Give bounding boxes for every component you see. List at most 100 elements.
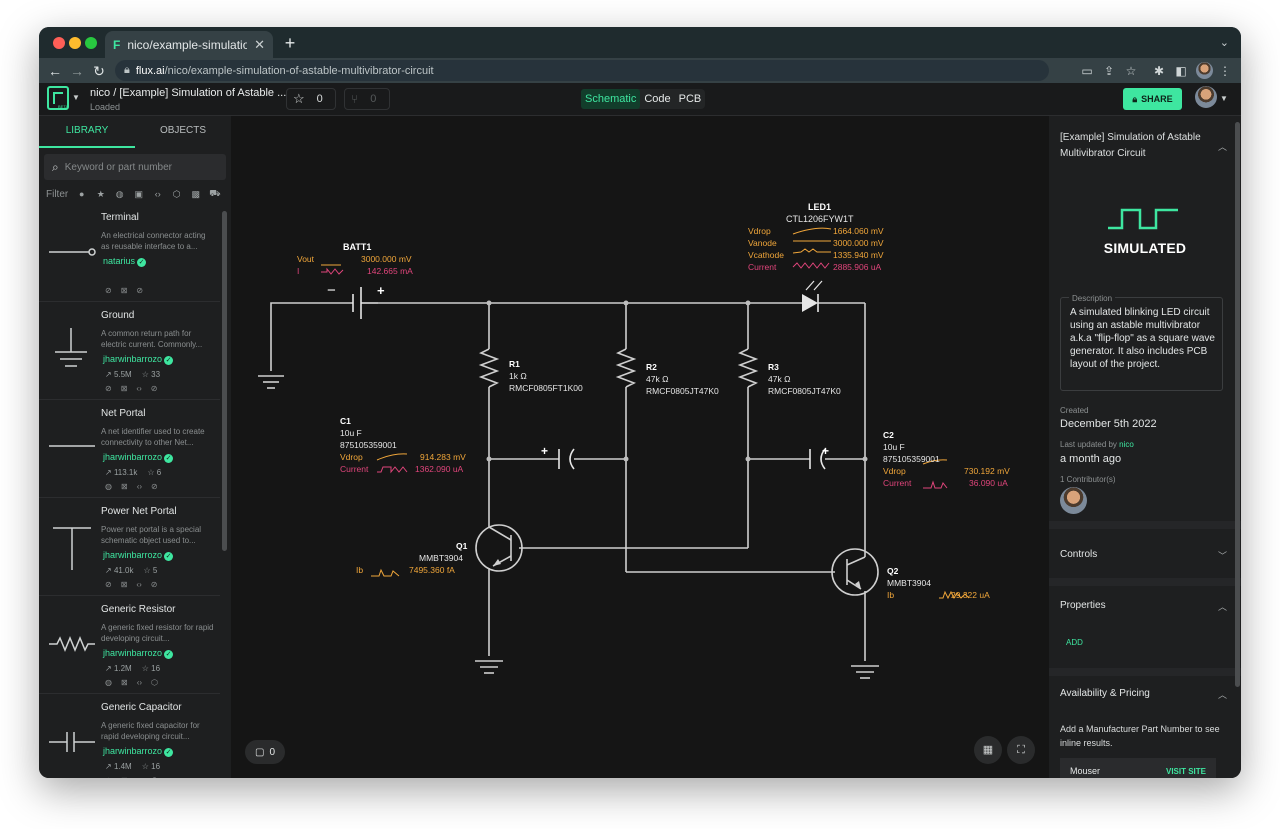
- browser-profile-avatar[interactable]: [1196, 62, 1213, 79]
- led-current-label: Current: [748, 262, 777, 272]
- verified-icon: ✓: [164, 552, 174, 561]
- filter-cube-icon[interactable]: ⬡: [171, 189, 182, 200]
- bookmark-star-icon[interactable]: ☆: [1121, 61, 1141, 81]
- item-author[interactable]: jharwinbarrozo ✓: [103, 452, 174, 463]
- resistor-symbol-icon: [49, 636, 95, 652]
- batt-vout-value: 3000.000 mV: [361, 254, 412, 264]
- library-item-ground[interactable]: Ground A common return path for electric…: [39, 302, 220, 400]
- fork-icon: ⑂: [351, 92, 359, 106]
- fullscreen-button[interactable]: ⛶: [1007, 736, 1035, 764]
- expand-chevron-icon[interactable]: ﹀: [1218, 549, 1227, 562]
- code-icon: ‹›: [136, 482, 143, 491]
- controls-section[interactable]: Controls ﹀: [1049, 521, 1241, 579]
- user-avatar[interactable]: [1195, 86, 1217, 108]
- no-sim-icon: ⊘: [105, 286, 112, 295]
- minimize-window-button[interactable]: [69, 37, 81, 49]
- browser-tab[interactable]: F nico/example-simulation-of-as ✕: [105, 31, 273, 58]
- contributor-avatar[interactable]: [1060, 487, 1087, 514]
- tab-pcb[interactable]: PCB: [675, 89, 706, 109]
- sidebar-scrollbar[interactable]: [222, 211, 227, 551]
- back-button[interactable]: ←: [45, 61, 65, 81]
- tab-schematic[interactable]: Schematic: [581, 89, 641, 109]
- visit-site-button[interactable]: VISIT SITE: [1166, 767, 1206, 776]
- tab-code[interactable]: Code: [640, 89, 674, 109]
- availability-section[interactable]: Availability & Pricing ︿ Add a Manufactu…: [1049, 668, 1241, 778]
- close-tab-icon[interactable]: ✕: [254, 37, 265, 53]
- description-box[interactable]: Description A simulated blinking LED cir…: [1060, 292, 1223, 391]
- r3-part: RMCF0805JT47K0: [768, 386, 841, 396]
- user-menu-chevron-icon[interactable]: ▼: [1220, 94, 1228, 103]
- verified-icon: ✓: [164, 454, 174, 463]
- tab-objects[interactable]: OBJECTS: [135, 116, 231, 148]
- c2-current-value: 36.090 uA: [969, 478, 1008, 488]
- led-current-waveform: [792, 262, 830, 269]
- comments-button[interactable]: ▢ 0: [245, 740, 285, 764]
- add-property-button[interactable]: ADD: [1066, 638, 1083, 647]
- library-item-generic-resistor[interactable]: Generic Resistor A generic fixed resisto…: [39, 596, 220, 694]
- filter-user-icon[interactable]: ●: [76, 189, 87, 199]
- led-vcathode-value: 1335.940 mV: [833, 250, 884, 260]
- panel-scrollbar[interactable]: [1235, 122, 1240, 687]
- logo-menu-chevron-icon[interactable]: ▼: [72, 93, 80, 102]
- properties-section[interactable]: Properties ︿ ADD: [1049, 578, 1241, 668]
- share-button[interactable]: 🔒︎ SHARE: [1123, 88, 1182, 110]
- created-date: December 5th 2022: [1060, 418, 1157, 430]
- tab-search-icon[interactable]: ⌄: [1220, 36, 1229, 49]
- fullscreen-icon: ⛶: [1017, 744, 1025, 756]
- updated-by-link[interactable]: nico: [1119, 440, 1134, 449]
- search-icon: ⌕: [52, 159, 59, 174]
- schematic-drawing: BATT1 Vout 3000.000 mV I 142.665 mA − + …: [258, 202, 1010, 679]
- search-placeholder: Keyword or part number: [64, 161, 173, 173]
- star-icon: ☆: [293, 91, 305, 106]
- extensions-icon[interactable]: ✱: [1149, 61, 1169, 81]
- forward-button[interactable]: →: [67, 61, 87, 81]
- library-item-terminal[interactable]: Terminal An electrical connector acting …: [39, 204, 220, 302]
- filter-globe-icon[interactable]: ◍: [114, 189, 125, 200]
- star-icon: ☆: [141, 762, 149, 771]
- browser-menu-icon[interactable]: ⋮: [1215, 61, 1235, 81]
- library-item-net-portal[interactable]: Net Portal A net identifier used to crea…: [39, 400, 220, 498]
- sidepanel-icon[interactable]: ◧: [1171, 61, 1191, 81]
- reload-button[interactable]: ↻: [89, 61, 109, 81]
- collapse-chevron-icon[interactable]: ︿: [1218, 688, 1227, 701]
- batt-plus-sign: +: [377, 283, 385, 298]
- filter-chip-icon[interactable]: ▣: [133, 189, 144, 200]
- filter-image-icon[interactable]: ▩: [190, 189, 201, 200]
- c1-current-waveform: [377, 466, 408, 474]
- verified-icon: ✓: [137, 258, 147, 267]
- trend-icon: ↗: [105, 762, 112, 771]
- q2-part: MMBT3904: [887, 578, 931, 588]
- library-item-power-net-portal[interactable]: Power Net Portal Power net portal is a s…: [39, 498, 220, 596]
- verified-icon: ✓: [164, 356, 174, 365]
- star-button[interactable]: ☆ 0: [286, 88, 336, 110]
- batt-i-waveform: [321, 267, 344, 275]
- filter-code-icon[interactable]: ‹›: [152, 189, 163, 199]
- screen-cast-icon[interactable]: ▭: [1077, 61, 1097, 81]
- item-author[interactable]: jharwinbarrozo ✓: [103, 746, 174, 757]
- filter-cart-icon[interactable]: ⛟: [209, 188, 220, 200]
- item-author[interactable]: jharwinbarrozo ✓: [103, 648, 174, 659]
- url-field[interactable]: 🔒︎ flux.ai/nico/example-simulation-of-as…: [115, 60, 1049, 81]
- collapse-chevron-icon[interactable]: ︿: [1218, 140, 1227, 153]
- close-window-button[interactable]: [53, 37, 65, 49]
- project-title-block[interactable]: nico / [Example] Simulation of Astable .…: [90, 87, 286, 112]
- filter-star-icon[interactable]: ★: [95, 189, 106, 200]
- library-search-input[interactable]: ⌕ Keyword or part number: [44, 154, 226, 180]
- collapse-chevron-icon[interactable]: ︿: [1218, 600, 1227, 613]
- item-author[interactable]: jharwinbarrozo ✓: [103, 354, 174, 365]
- q1-part: MMBT3904: [419, 553, 463, 563]
- schematic-canvas[interactable]: BATT1 Vout 3000.000 mV I 142.665 mA − + …: [231, 116, 1049, 778]
- c1-current-label: Current: [340, 464, 369, 474]
- item-author[interactable]: natarius ✓: [103, 256, 147, 267]
- mouser-row: Mouser VISIT SITE: [1060, 758, 1216, 778]
- library-item-generic-capacitor[interactable]: Generic Capacitor A generic fixed capaci…: [39, 694, 220, 778]
- uses-stat: ↗ 1.4M: [105, 762, 132, 771]
- maximize-window-button[interactable]: [85, 37, 97, 49]
- fork-button[interactable]: ⑂ 0: [344, 88, 390, 110]
- item-author[interactable]: jharwinbarrozo ✓: [103, 550, 174, 561]
- new-tab-button[interactable]: +: [280, 31, 300, 55]
- tab-library[interactable]: LIBRARY: [39, 116, 135, 148]
- grid-toggle-button[interactable]: ▦: [974, 736, 1002, 764]
- share-page-icon[interactable]: ⇪: [1099, 61, 1119, 81]
- item-stats: ↗ 1.4M ☆ 16: [105, 762, 160, 771]
